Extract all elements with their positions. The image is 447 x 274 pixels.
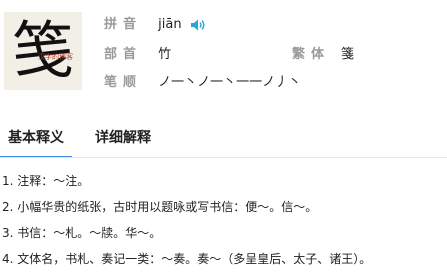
pinyin-value: jiān	[158, 17, 182, 32]
definition-list: 1. 注释：～注。 2. 小幅华贵的纸张，古时用以题咏或写书信：便～。信～。 3…	[2, 170, 447, 274]
radical-value: 竹	[158, 47, 172, 62]
strokes-row: 笔顺 ノ一丶ノ一丶一一ノ丿丶	[104, 73, 301, 93]
definition-item: 2. 小幅华贵的纸张，古时用以题咏或写书信：便～。信～。	[2, 200, 318, 214]
traditional-value: 箋	[341, 47, 355, 62]
tab-detailed-explanation[interactable]: 详细解释	[84, 120, 162, 156]
definition-item: 1. 注释：～注。	[2, 174, 90, 188]
radical-label: 部首	[104, 47, 143, 62]
traditional-label: 繁体	[292, 47, 331, 62]
definition-item: 3. 书信：～札。～牍。华～。	[2, 226, 162, 240]
tab-basic-definition[interactable]: 基本释义	[0, 120, 72, 158]
radical-row: 部首 竹	[104, 45, 171, 65]
speaker-icon[interactable]	[190, 18, 206, 32]
definition-tabs: 基本释义 详细解释	[0, 120, 447, 158]
strokes-value: ノ一丶ノ一丶一一ノ丿丶	[158, 75, 302, 90]
definition-item: 4. 文体名，书札、奏记一类：～奏。奏～（多呈皇后、太子、诸王）。	[2, 252, 372, 266]
tabs-divider	[0, 157, 447, 158]
traditional-value-row: 箋	[341, 45, 354, 65]
character-image: 笺 汉字的博客	[4, 12, 82, 90]
pinyin-label: 拼音	[104, 17, 143, 32]
traditional-label-row: 繁体	[292, 45, 342, 65]
watermark-text: 汉字的博客	[38, 53, 73, 61]
strokes-label: 笔顺	[104, 75, 143, 90]
pinyin-row: 拼音 jiān	[104, 15, 206, 35]
character-glyph: 笺	[11, 14, 74, 87]
